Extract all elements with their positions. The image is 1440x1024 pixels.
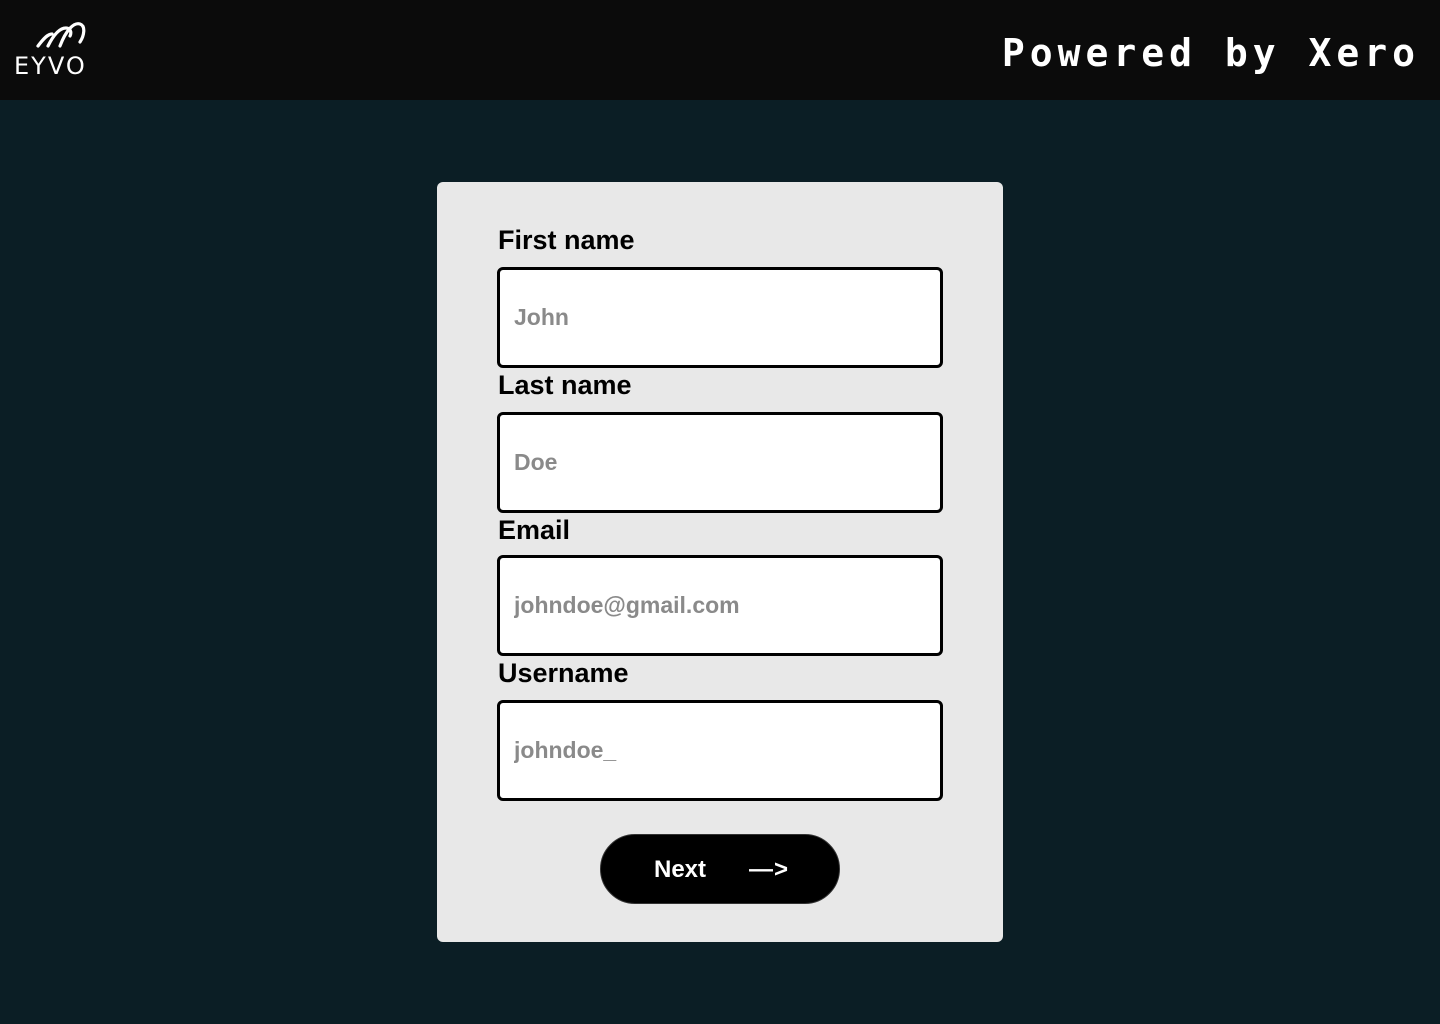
first-name-input[interactable]: [497, 267, 943, 368]
arrow-right-icon: —>: [749, 856, 790, 883]
username-label: Username: [498, 658, 629, 688]
username-input[interactable]: [497, 700, 943, 801]
email-input[interactable]: [497, 555, 943, 656]
last-name-label: Last name: [498, 370, 632, 400]
next-button-label: Next: [654, 856, 707, 883]
top-header: EYVO Powered by Xero: [0, 0, 1440, 100]
eyvo-logo[interactable]: EYVO: [14, 20, 106, 80]
next-button[interactable]: Next —>: [600, 834, 840, 904]
signup-form-card: First name Last name Email Username Next…: [437, 182, 1003, 942]
last-name-input[interactable]: [497, 412, 943, 513]
logo-wave-icon: [36, 22, 86, 48]
first-name-label: First name: [498, 225, 635, 255]
powered-by-text: Powered by Xero: [1001, 31, 1420, 75]
logo-text: EYVO: [14, 52, 87, 80]
email-label: Email: [498, 515, 571, 545]
